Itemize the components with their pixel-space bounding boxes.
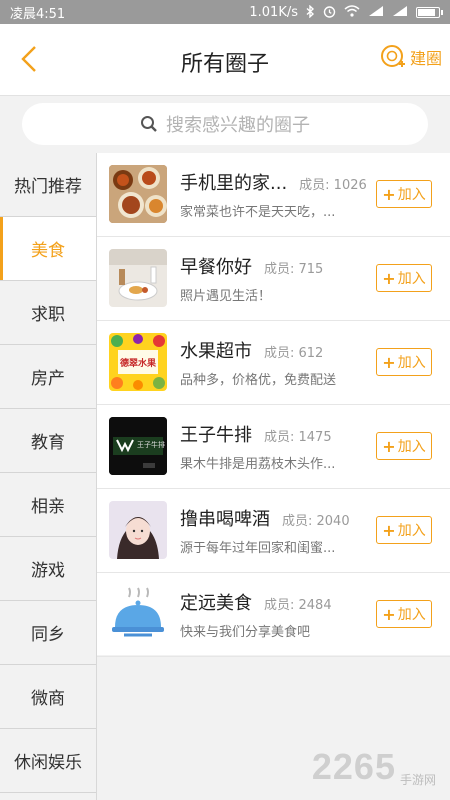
group-description: 品种多，价格优，免费配送 xyxy=(180,373,337,388)
category-sidebar: 热门推荐 美食 求职 房产 教育 相亲 游戏 同乡 微商 休闲娱乐 xyxy=(0,153,97,800)
status-time: 凌晨4:51 xyxy=(10,6,66,22)
member-count: 成员: 612 xyxy=(264,346,324,361)
group-thumbnail xyxy=(109,249,167,307)
group-name: 水果超市 xyxy=(180,341,252,362)
group-thumbnail xyxy=(109,165,167,223)
sidebar-item-label: 相亲 xyxy=(31,497,65,517)
group-description: 快来与我们分享美食吧 xyxy=(180,625,311,640)
watermark: 2265 手游网 xyxy=(312,746,436,788)
cloche-icon xyxy=(109,585,167,643)
sidebar-item-education[interactable]: 教育 xyxy=(0,409,96,473)
watermark-number: 2265 xyxy=(311,746,396,787)
plus-icon: + xyxy=(382,268,396,288)
member-count: 成员: 1475 xyxy=(264,430,332,445)
join-label: 加入 xyxy=(397,271,426,287)
group-name-row: 撸串喝啤酒 成员: 2040 xyxy=(180,505,350,531)
group-list: 手机里的家... 成员: 1026 家常菜也许不是天天吃，... + 加入 早餐你好… xyxy=(97,153,450,657)
join-label: 加入 xyxy=(397,187,426,203)
plus-icon: + xyxy=(382,520,396,540)
create-circle-button[interactable]: 建圈 xyxy=(380,44,442,70)
list-item[interactable]: 手机里的家... 成员: 1026 家常菜也许不是天天吃，... + 加入 xyxy=(97,153,450,237)
watermark-text: 手游网 xyxy=(399,773,436,787)
sidebar-item-hot[interactable]: 热门推荐 xyxy=(0,153,96,217)
join-label: 加入 xyxy=(397,355,426,371)
member-count: 成员: 2484 xyxy=(264,598,332,613)
wifi-icon xyxy=(344,5,360,19)
group-description: 果木牛排是用荔枝木头作... xyxy=(180,457,336,472)
signal-icon xyxy=(368,5,384,19)
join-label: 加入 xyxy=(397,439,426,455)
sidebar-item-label: 热门推荐 xyxy=(14,177,82,197)
group-thumbnail: 德翠水果 xyxy=(109,333,167,391)
join-label: 加入 xyxy=(397,607,426,623)
join-button[interactable]: + 加入 xyxy=(376,180,432,208)
sidebar-item-hometown[interactable]: 同乡 xyxy=(0,601,96,665)
search-area: 搜索感兴趣的圈子 xyxy=(0,97,450,153)
list-item[interactable]: 定远美食 成员: 2484 快来与我们分享美食吧 + 加入 xyxy=(97,573,450,657)
plus-icon: + xyxy=(382,184,396,204)
join-button[interactable]: + 加入 xyxy=(376,516,432,544)
group-name: 手机里的家... xyxy=(180,173,288,194)
group-name-row: 定远美食 成员: 2484 xyxy=(180,589,332,615)
alarm-icon xyxy=(323,5,336,20)
list-item[interactable]: 王子牛排 王子牛排 成员: 1475 果木牛排是用荔枝木头作... + 加入 xyxy=(97,405,450,489)
group-name-row: 王子牛排 成员: 1475 xyxy=(180,421,332,447)
steak-logo-text: 王子牛排 xyxy=(137,441,165,449)
group-name-row: 手机里的家... 成员: 1026 xyxy=(180,169,367,195)
plus-icon: + xyxy=(382,604,396,624)
battery-icon xyxy=(416,6,443,18)
group-description: 照片遇见生活！ xyxy=(180,289,272,304)
group-name: 撸串喝啤酒 xyxy=(180,509,270,530)
member-count: 成员: 2040 xyxy=(282,514,350,529)
join-label: 加入 xyxy=(397,523,426,539)
network-speed: 1.01K/s xyxy=(249,4,298,20)
sidebar-item-label: 求职 xyxy=(31,305,65,325)
group-name: 定远美食 xyxy=(180,593,252,614)
group-name-row: 水果超市 成员: 612 xyxy=(180,337,323,363)
signal-icon xyxy=(392,5,408,19)
search-input[interactable]: 搜索感兴趣的圈子 xyxy=(22,103,428,145)
group-name: 王子牛排 xyxy=(180,425,252,446)
bluetooth-icon xyxy=(306,4,315,20)
group-name-row: 早餐你好 成员: 715 xyxy=(180,253,323,279)
sidebar-item-label: 休闲娱乐 xyxy=(14,753,82,773)
sidebar-item-dating[interactable]: 相亲 xyxy=(0,473,96,537)
sidebar-item-realestate[interactable]: 房产 xyxy=(0,345,96,409)
sidebar-item-wechat-business[interactable]: 微商 xyxy=(0,665,96,729)
sidebar-item-label: 微商 xyxy=(31,689,65,709)
sidebar-item-label: 同乡 xyxy=(31,625,65,645)
sidebar-item-label: 教育 xyxy=(31,433,65,453)
create-circle-label: 建圈 xyxy=(409,49,442,68)
group-name: 早餐你好 xyxy=(180,257,252,278)
status-bar: 凌晨4:51 1.01K/s xyxy=(0,0,450,24)
join-button[interactable]: + 加入 xyxy=(376,600,432,628)
fruit-logo-text: 德翠水果 xyxy=(119,359,156,369)
group-thumbnail: 王子牛排 xyxy=(109,417,167,475)
sidebar-item-jobs[interactable]: 求职 xyxy=(0,281,96,345)
member-count: 成员: 1026 xyxy=(299,178,367,193)
sidebar-item-label: 房产 xyxy=(31,369,65,389)
group-description: 源于每年过年回家和闺蜜... xyxy=(180,541,336,556)
search-icon xyxy=(141,116,157,132)
plus-icon: + xyxy=(382,436,396,456)
plus-icon: + xyxy=(382,352,396,372)
member-count: 成员: 715 xyxy=(264,262,324,277)
join-button[interactable]: + 加入 xyxy=(376,348,432,376)
join-button[interactable]: + 加入 xyxy=(376,432,432,460)
join-button[interactable]: + 加入 xyxy=(376,264,432,292)
list-item[interactable]: 德翠水果 水果超市 成员: 612 品种多，价格优，免费配送 + 加入 xyxy=(97,321,450,405)
group-description: 家常菜也许不是天天吃，... xyxy=(180,205,336,220)
sidebar-item-food[interactable]: 美食 xyxy=(0,217,96,281)
sidebar-item-games[interactable]: 游戏 xyxy=(0,537,96,601)
list-item[interactable]: 撸串喝啤酒 成员: 2040 源于每年过年回家和闺蜜... + 加入 xyxy=(97,489,450,573)
add-circle-icon xyxy=(380,45,405,67)
sidebar-item-leisure[interactable]: 休闲娱乐 xyxy=(0,729,96,793)
list-item[interactable]: 早餐你好 成员: 715 照片遇见生活！ + 加入 xyxy=(97,237,450,321)
sidebar-item-label: 游戏 xyxy=(31,561,65,581)
sidebar-item-label: 美食 xyxy=(31,241,65,261)
search-placeholder: 搜索感兴趣的圈子 xyxy=(166,115,310,136)
header: 所有圈子 建圈 xyxy=(0,24,450,96)
group-thumbnail xyxy=(109,501,167,559)
